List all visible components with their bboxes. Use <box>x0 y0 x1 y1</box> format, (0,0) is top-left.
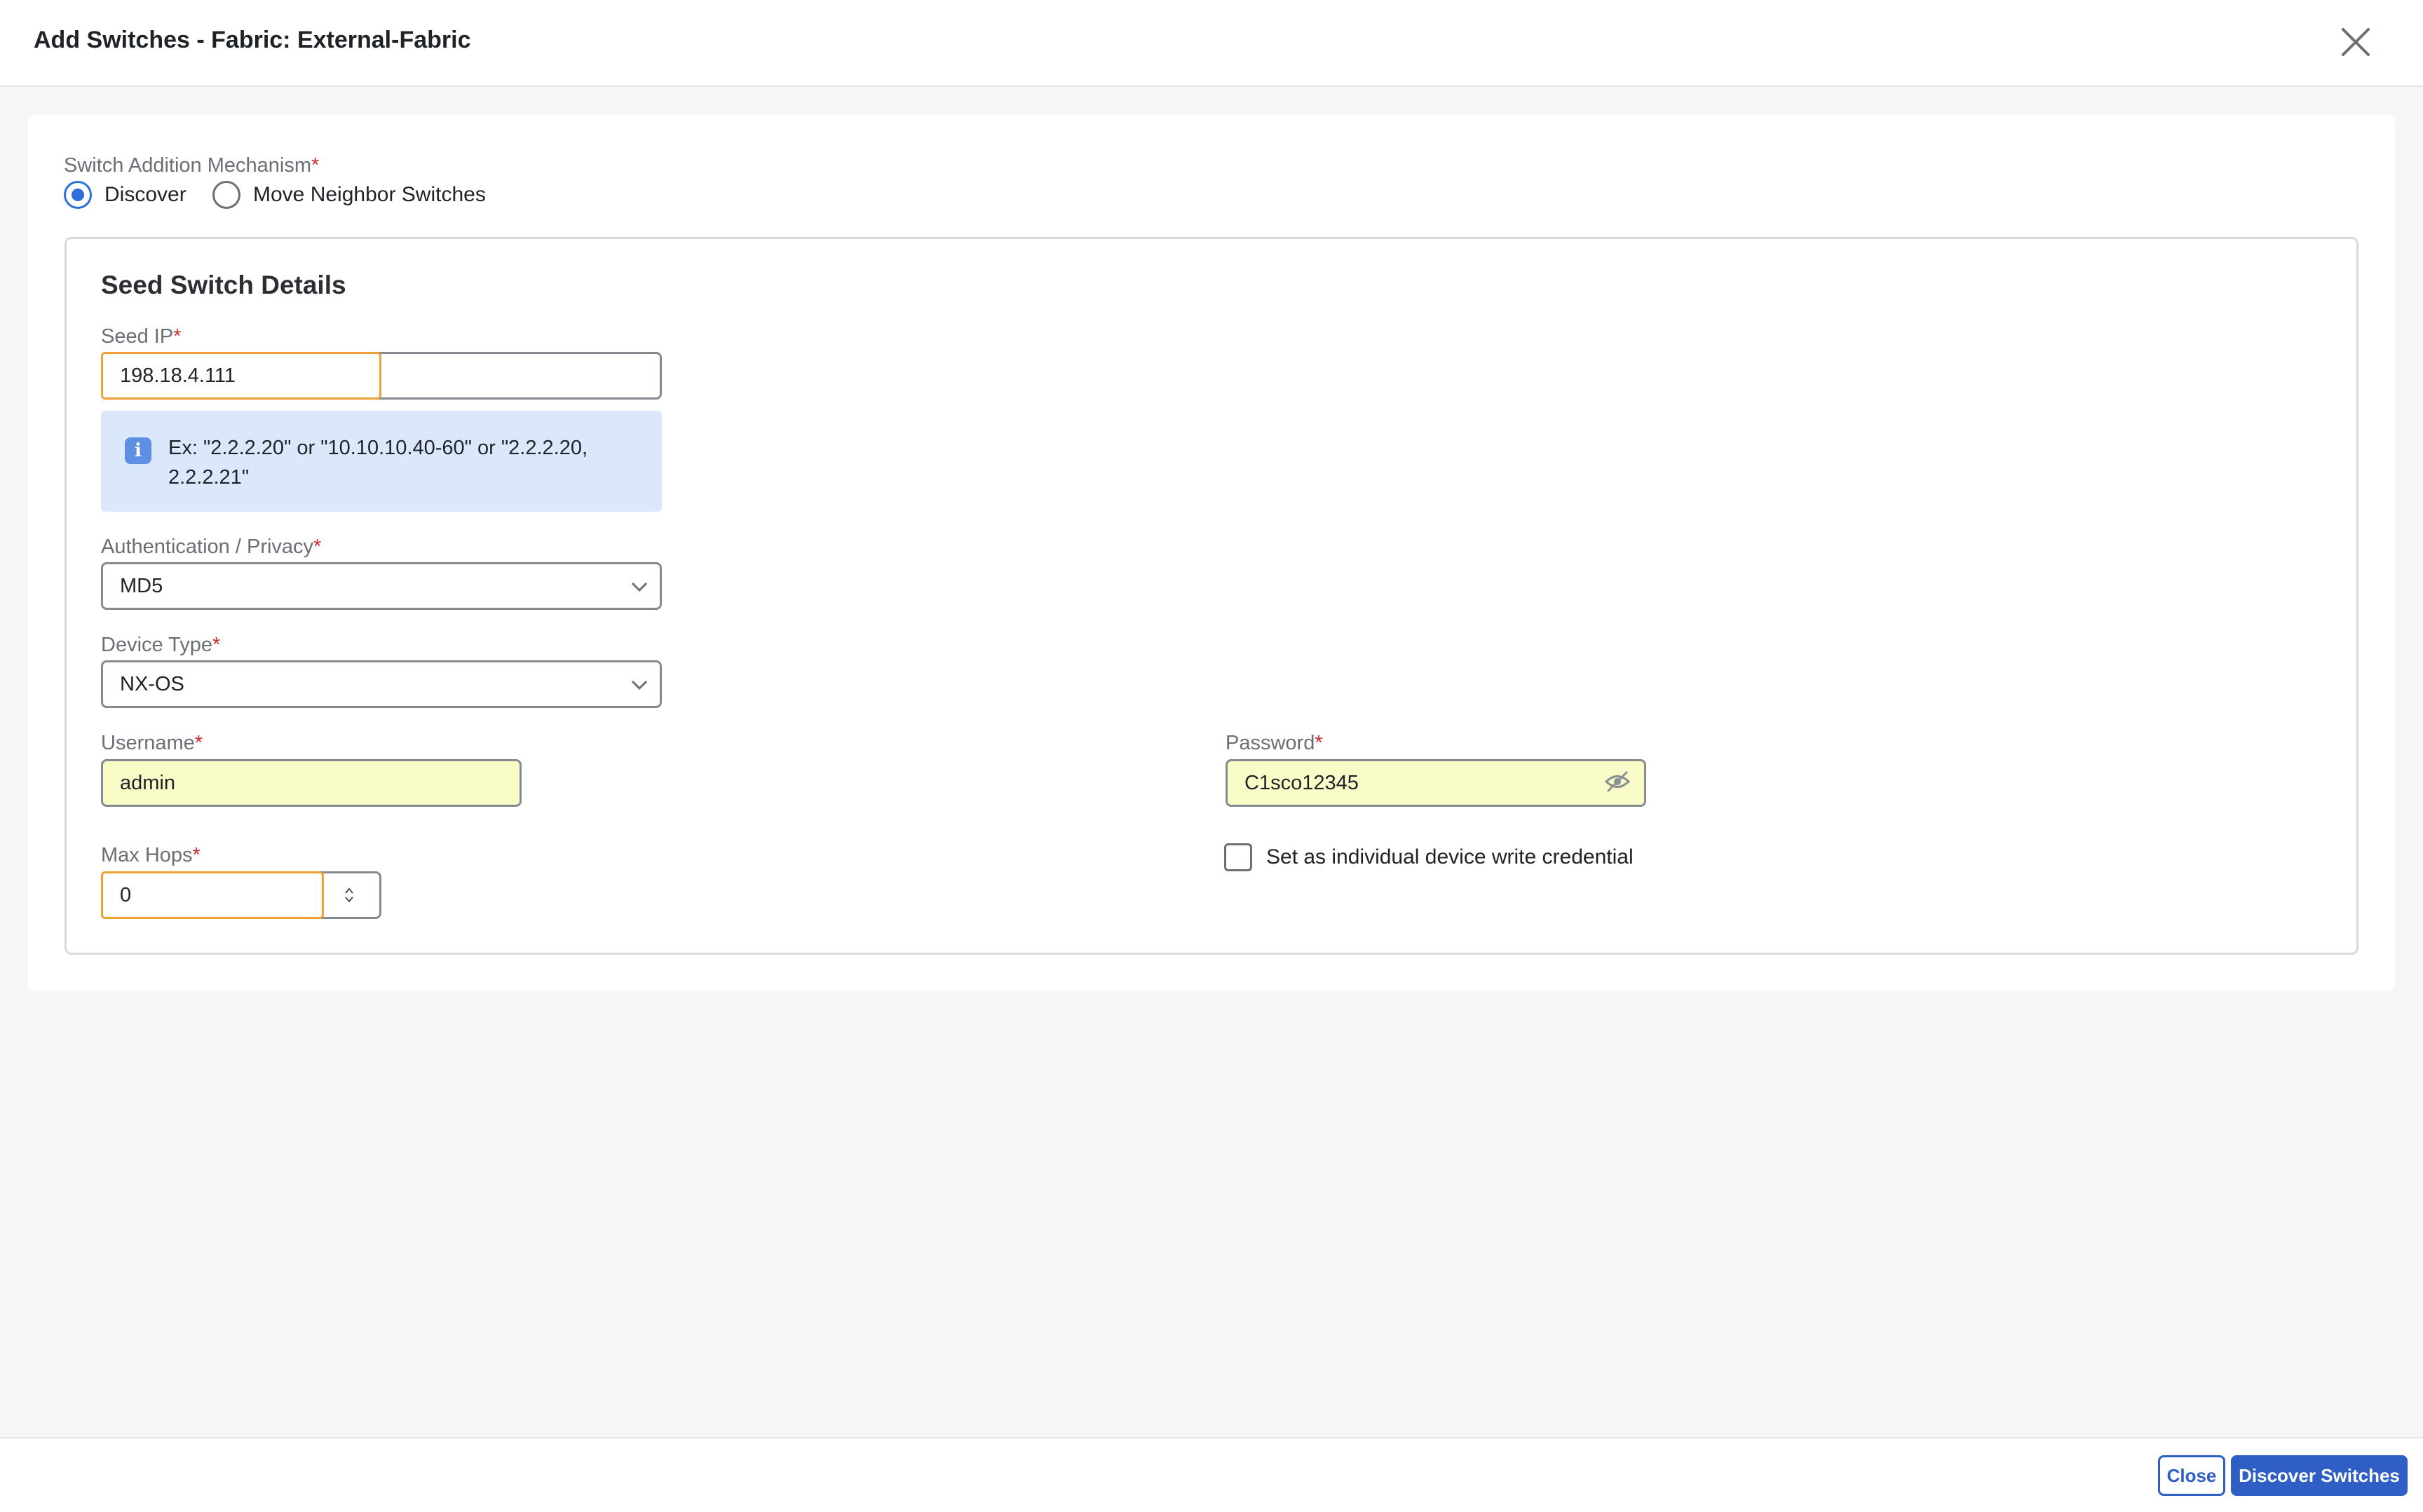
radio-discover[interactable]: Discover <box>64 179 186 210</box>
info-icon: i <box>125 437 151 464</box>
radio-discover-circle[interactable] <box>64 181 92 209</box>
auth-label: Authentication / Privacy* <box>101 536 322 558</box>
radio-move-neighbor-label: Move Neighbor Switches <box>253 183 486 206</box>
password-label: Password* <box>1226 732 1323 754</box>
auth-select[interactable]: MD5 <box>101 562 662 610</box>
mechanism-label: Switch Addition Mechanism* <box>64 154 320 177</box>
close-button[interactable]: Close <box>2158 1455 2225 1496</box>
max-hops-input[interactable]: 0 <box>101 871 324 919</box>
seed-ip-label: Seed IP* <box>101 325 182 348</box>
radio-move-neighbor-circle[interactable] <box>212 181 240 209</box>
spinner-icon[interactable] <box>344 885 355 905</box>
seed-ip-input[interactable]: 198.18.4.111 <box>101 352 381 400</box>
device-type-select[interactable]: NX-OS <box>101 660 662 708</box>
modal-header: Add Switches - Fabric: External-Fabric <box>0 0 2423 87</box>
username-input[interactable]: admin <box>101 759 522 807</box>
eye-slash-icon[interactable] <box>1604 770 1631 794</box>
chevron-down-icon <box>631 582 648 592</box>
write-credential-label: Set as individual device write credentia… <box>1266 845 1634 869</box>
radio-move-neighbor[interactable]: Move Neighbor Switches <box>212 179 486 210</box>
write-credential-checkbox[interactable] <box>1224 843 1252 871</box>
close-icon[interactable] <box>2336 22 2375 62</box>
radio-discover-label: Discover <box>104 183 186 206</box>
password-input[interactable]: C1sco12345 <box>1226 759 1646 807</box>
device-type-label: Device Type* <box>101 634 221 656</box>
modal-footer <box>0 1437 2423 1512</box>
username-label: Username* <box>101 732 203 754</box>
modal-title: Add Switches - Fabric: External-Fabric <box>34 27 471 53</box>
section-title: Seed Switch Details <box>101 271 346 299</box>
discover-switches-button[interactable]: Discover Switches <box>2231 1455 2408 1496</box>
seed-ip-hint-text: Ex: "2.2.2.20" or "10.10.10.40-60" or "2… <box>168 437 588 489</box>
chevron-down-icon <box>631 680 648 690</box>
max-hops-label: Max Hops* <box>101 844 201 866</box>
